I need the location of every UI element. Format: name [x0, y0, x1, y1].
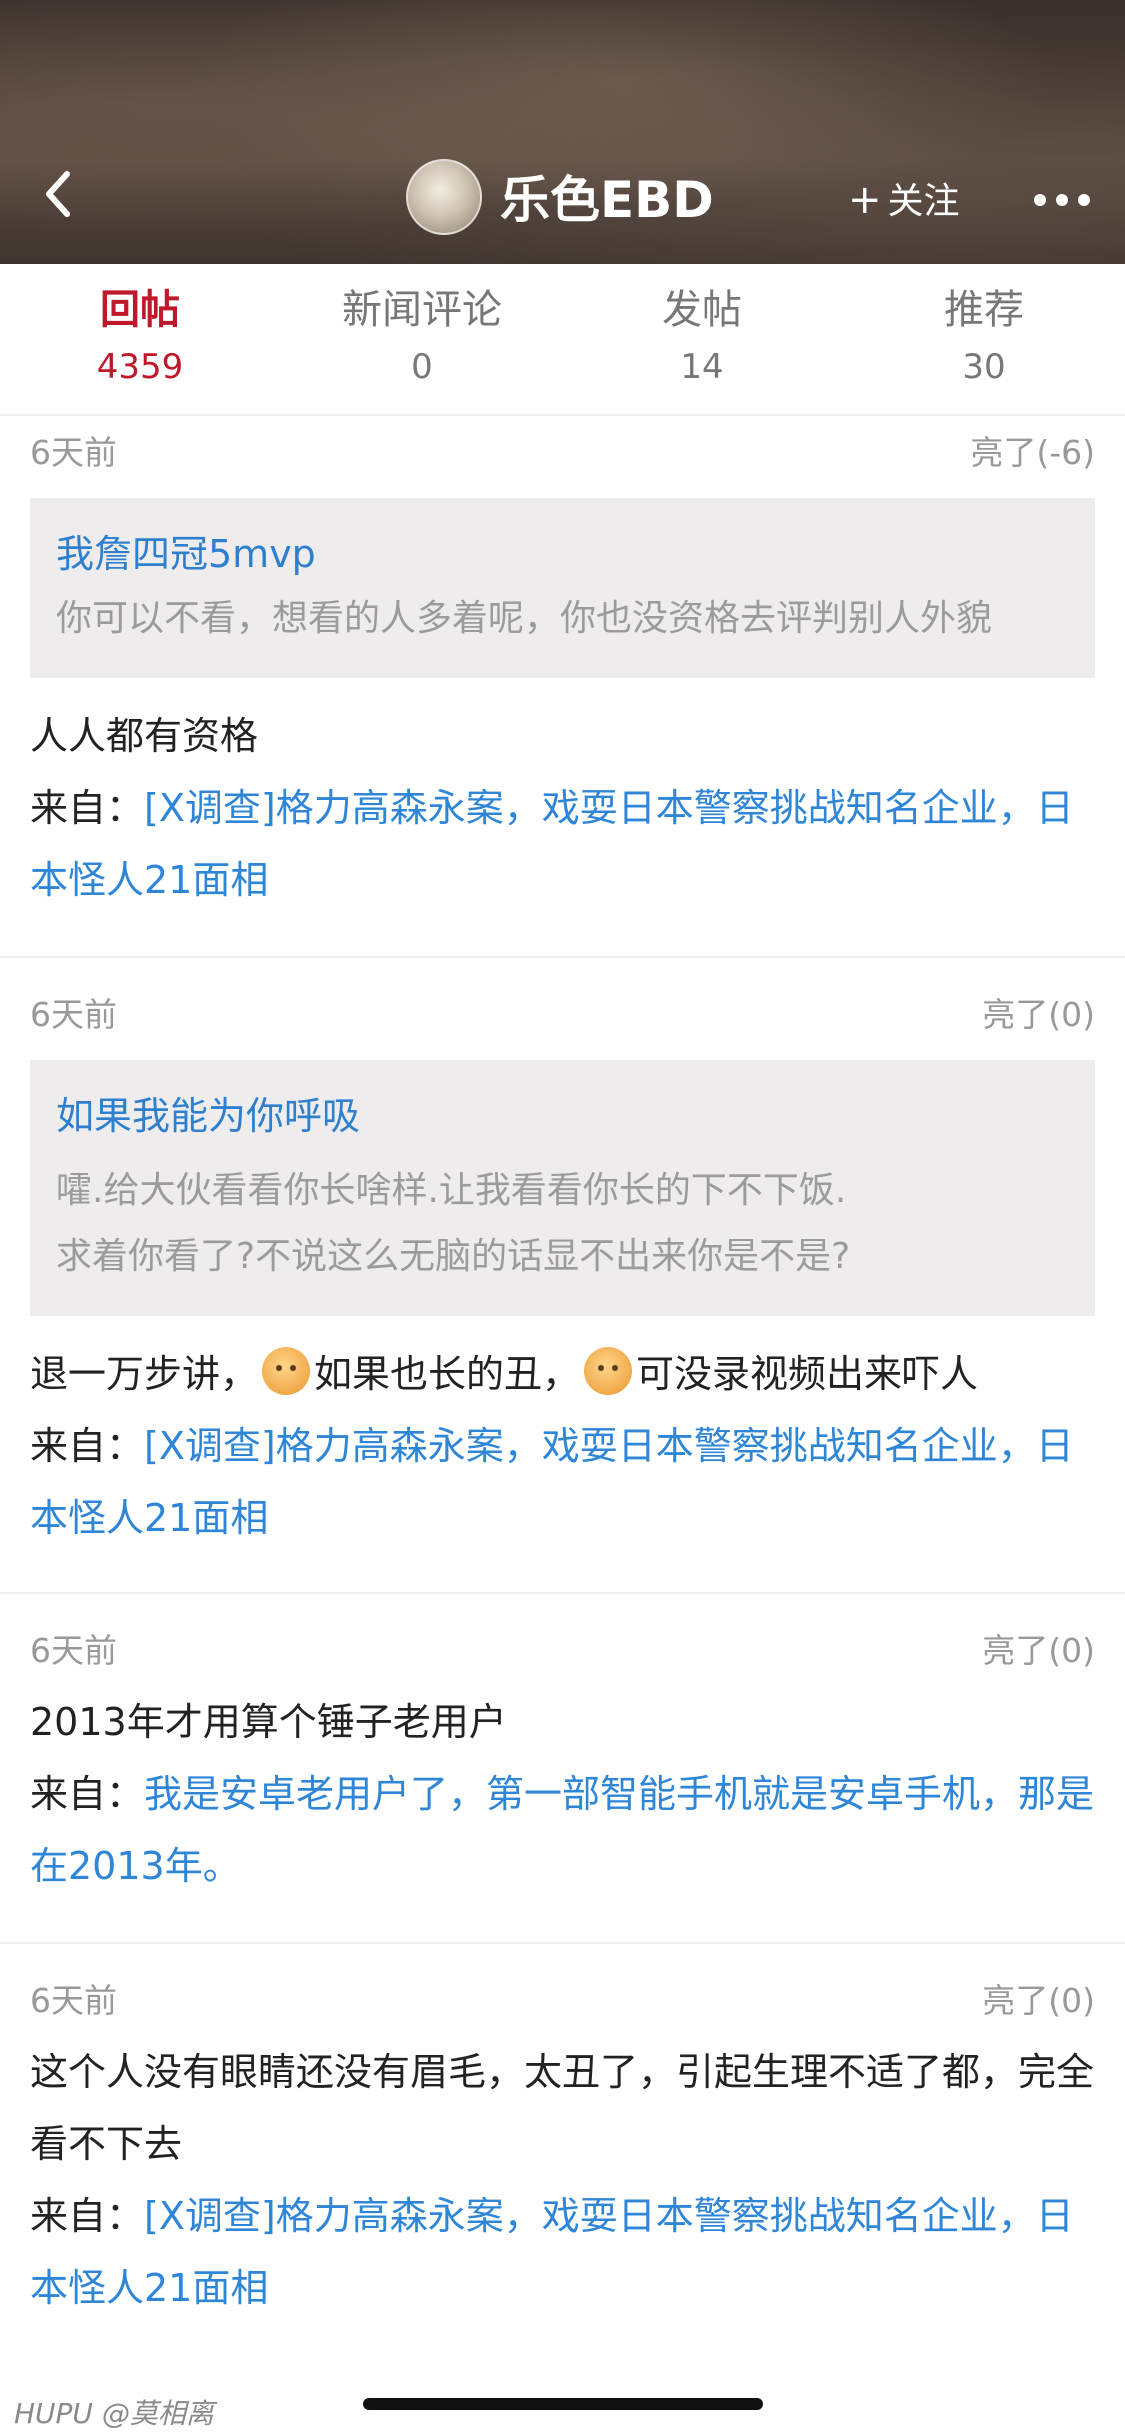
reply-item[interactable]: 6天前 亮了(0) 2013年才用算个锤子老用户 来自：我是安卓老用户了，第一部… — [0, 1614, 1125, 1944]
source-thread-link[interactable]: [X调查]格力高森永案，戏耍日本警察挑战知名企业，日本怪人21面相 — [30, 1424, 1074, 1540]
quoted-author[interactable]: 如果我能为你呼吸 — [56, 1088, 1069, 1144]
quoted-text-line: 求着你看了?不说这么无脑的话显不出来你是不是? — [56, 1236, 851, 1277]
quoted-reply[interactable]: 我詹四冠5mvp 你可以不看，想看的人多着呢，你也没资格去评判别人外貌 — [30, 498, 1095, 678]
follow-button[interactable]: + 关注 — [848, 172, 960, 228]
reply-item[interactable]: 6天前 亮了(-6) 我詹四冠5mvp 你可以不看，想看的人多着呢，你也没资格去… — [0, 416, 1125, 958]
tab-count: 0 — [411, 347, 433, 387]
reply-meta: 6天前 亮了(-6) — [30, 416, 1095, 480]
more-button[interactable] — [1030, 180, 1094, 220]
quoted-reply[interactable]: 如果我能为你呼吸 嚯.给大伙看看你长啥样.让我看看你长的下不下饭. 求着你看了?… — [30, 1060, 1095, 1316]
tab-count: 30 — [962, 347, 1006, 387]
source-prefix: 来自： — [30, 2194, 145, 2238]
source-thread-link[interactable]: [X调查]格力高森永案，戏耍日本警察挑战知名企业，日本怪人21面相 — [30, 786, 1074, 902]
home-indicator[interactable] — [363, 2398, 763, 2410]
watermark: HUPU @莫相离 — [14, 2397, 214, 2430]
reply-meta: 6天前 亮了(0) — [30, 1964, 1095, 2028]
reply-time: 6天前 — [30, 1981, 117, 2020]
light-count[interactable]: 亮了(0) — [982, 1624, 1095, 1672]
tab-label: 推荐 — [944, 287, 1024, 333]
reply-time: 6天前 — [30, 433, 117, 472]
quoted-author[interactable]: 我詹四冠5mvp — [56, 526, 1069, 582]
emoji-face-icon — [584, 1347, 633, 1395]
ellipsis-icon — [1034, 194, 1090, 206]
reply-meta: 6天前 亮了(0) — [30, 978, 1095, 1042]
avatar[interactable] — [406, 159, 482, 235]
quoted-text-line: 嚯.给大伙看看你长啥样.让我看看你长的下不下饭. — [56, 1170, 847, 1211]
quoted-text: 你可以不看，想看的人多着呢，你也没资格去评判别人外貌 — [56, 598, 993, 639]
source-thread-link[interactable]: [X调查]格力高森永案，戏耍日本警察挑战知名企业，日本怪人21面相 — [30, 2194, 1074, 2310]
tab-label: 回帖 — [100, 287, 180, 333]
reply-source: 来自：我是安卓老用户了，第一部智能手机就是安卓手机，那是在2013年。 — [30, 1758, 1095, 1902]
source-prefix: 来自： — [30, 786, 145, 830]
reply-body: 2013年才用算个锤子老用户 — [30, 1700, 507, 1744]
reply-item[interactable]: 6天前 亮了(0) 这个人没有眼睛还没有眉毛，太丑了，引起生理不适了都，完全看不… — [0, 1964, 1125, 2324]
tab-label: 新闻评论 — [342, 287, 502, 333]
reply-item[interactable]: 6天前 亮了(0) 如果我能为你呼吸 嚯.给大伙看看你长啥样.让我看看你长的下不… — [0, 978, 1125, 1594]
reply-body-part: 可没录视频出来吓人 — [636, 1352, 979, 1396]
reply-body: 退一万步讲， 如果也长的丑， 可没录视频出来吓人 — [30, 1338, 1095, 1410]
back-button[interactable] — [36, 164, 80, 224]
source-thread-link[interactable]: 我是安卓老用户了，第一部智能手机就是安卓手机，那是在2013年。 — [30, 1772, 1094, 1888]
tab-label: 发帖 — [662, 287, 742, 333]
tab-count: 14 — [680, 347, 724, 387]
tab-replies[interactable]: 回帖 4359 — [20, 282, 260, 392]
reply-body-part: 如果也长的丑， — [314, 1352, 581, 1396]
reply-source: 来自：[X调查]格力高森永案，戏耍日本警察挑战知名企业，日本怪人21面相 — [30, 772, 1095, 916]
reply-time: 6天前 — [30, 995, 117, 1034]
profile-header: 乐色EBD + 关注 — [0, 0, 1125, 264]
reply-feed: 6天前 亮了(-6) 我詹四冠5mvp 你可以不看，想看的人多着呢，你也没资格去… — [0, 416, 1125, 2324]
emoji-face-icon — [262, 1347, 311, 1395]
reply-time: 6天前 — [30, 1631, 117, 1670]
username: 乐色EBD — [500, 171, 714, 229]
tab-recommended[interactable]: 推荐 30 — [864, 282, 1104, 392]
tab-posts[interactable]: 发帖 14 — [582, 282, 822, 392]
light-count[interactable]: 亮了(0) — [982, 1974, 1095, 2022]
follow-label: 关注 — [887, 181, 960, 222]
reply-meta: 6天前 亮了(0) — [30, 1614, 1095, 1678]
tab-count: 4359 — [96, 347, 184, 387]
light-count[interactable]: 亮了(-6) — [970, 426, 1095, 474]
reply-body: 这个人没有眼睛还没有眉毛，太丑了，引起生理不适了都，完全看不下去 — [30, 2050, 1095, 2166]
profile-tabs: 回帖 4359 新闻评论 0 发帖 14 推荐 30 — [0, 264, 1125, 416]
reply-body: 人人都有资格 — [30, 714, 259, 758]
source-prefix: 来自： — [30, 1424, 145, 1468]
tab-news-comments[interactable]: 新闻评论 0 — [302, 282, 542, 392]
plus-icon: + — [848, 177, 882, 223]
chevron-left-icon — [46, 171, 70, 217]
light-count[interactable]: 亮了(0) — [982, 988, 1095, 1036]
source-prefix: 来自： — [30, 1772, 145, 1816]
reply-body-part: 退一万步讲， — [30, 1352, 259, 1396]
reply-source: 来自：[X调查]格力高森永案，戏耍日本警察挑战知名企业，日本怪人21面相 — [30, 2180, 1095, 2324]
reply-source: 来自：[X调查]格力高森永案，戏耍日本警察挑战知名企业，日本怪人21面相 — [30, 1410, 1095, 1554]
